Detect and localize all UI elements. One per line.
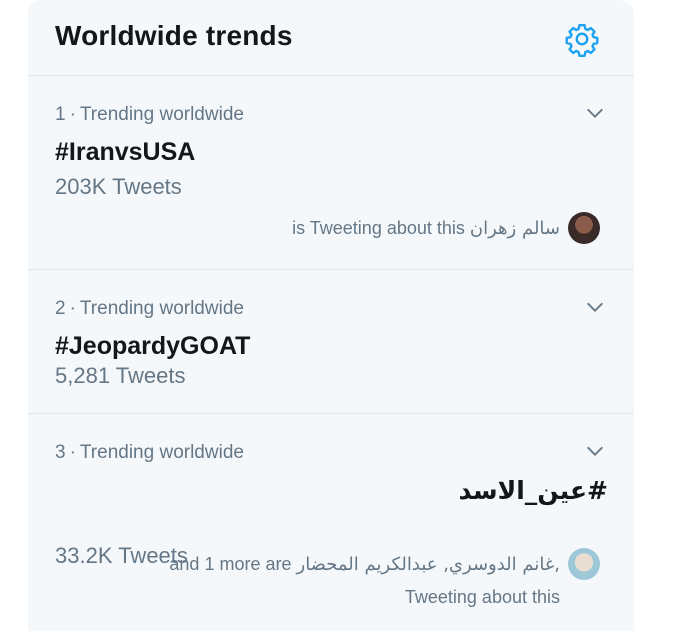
trend-context: Trending worldwide <box>79 104 244 125</box>
trend-meta: 3 · Trending worldwide <box>55 442 244 463</box>
trend-tweet-count: 203K Tweets <box>55 174 182 199</box>
tweeting-users: سالم زهران <box>469 218 560 239</box>
trend-name: #عين_الاسد <box>458 476 608 505</box>
trend-item-1[interactable]: 1 · Trending worldwide #IranvsUSA 203K Twe… <box>28 76 634 270</box>
trend-meta: 2 · Trending worldwide <box>55 298 244 319</box>
tweeting-users: غانم الدوسري, عبدالكريم المحضار, <box>296 554 561 575</box>
tweeting-about: is Tweeting about this سالم زهران <box>292 212 600 245</box>
tweeting-suffix: and 1 more are <box>169 554 292 574</box>
tweeting-about: and 1 more are غانم الدوسري, عبدالكريم ا… <box>169 548 600 614</box>
trend-rank: 1 <box>55 104 66 125</box>
trend-item-2[interactable]: 2 · Trending worldwide #JeopardyGOAT 5,281… <box>28 270 634 414</box>
trend-item-3[interactable]: 3 · Trending worldwide #عين_الاسد 33.2K Tw… <box>28 414 634 631</box>
trend-name: #IranvsUSA <box>55 138 196 166</box>
avatar <box>568 548 600 580</box>
trend-name: #JeopardyGOAT <box>55 332 251 360</box>
trends-header: Worldwide trends <box>28 0 634 76</box>
trend-context: Trending worldwide <box>79 442 244 463</box>
chevron-down-icon[interactable] <box>584 102 606 124</box>
trend-rank: 2 <box>55 298 66 319</box>
chevron-down-icon[interactable] <box>584 440 606 462</box>
gear-icon[interactable] <box>564 21 600 57</box>
tweeting-suffix-line2: Tweeting about this <box>404 587 560 607</box>
tweeting-suffix: is Tweeting about this <box>292 218 465 238</box>
trend-tweet-count: 33.2K Tweets <box>55 543 188 568</box>
trend-tweet-count: 5,281 Tweets <box>55 363 186 388</box>
trends-panel: Worldwide trends 1 · Trending worldwide #I… <box>28 0 634 631</box>
trends-title: Worldwide trends <box>55 20 293 51</box>
trend-context: Trending worldwide <box>79 298 244 319</box>
trend-rank: 3 <box>55 442 66 463</box>
avatar <box>568 212 600 244</box>
chevron-down-icon[interactable] <box>584 296 606 318</box>
trend-meta: 1 · Trending worldwide <box>55 104 244 125</box>
